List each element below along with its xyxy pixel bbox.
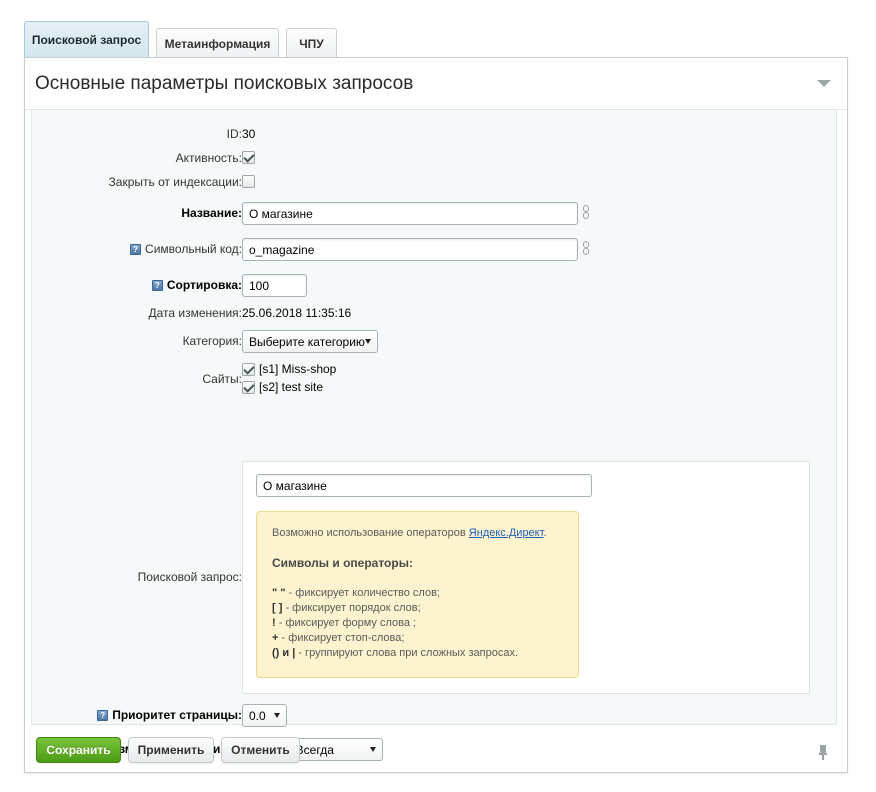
priority-select[interactable]: 0.0 (242, 704, 287, 727)
hint-ops-list: " " - фиксирует количество слов; [ ] - ф… (272, 586, 563, 661)
site-label-s2: [s2] test site (259, 380, 324, 394)
category-label: Категория: (182, 334, 242, 348)
query-box: Возможно использование операторов Яндекс… (242, 461, 810, 694)
name-row: Название: (32, 202, 838, 225)
hint-intro-end: . (543, 527, 547, 539)
help-icon[interactable]: ? (130, 243, 142, 255)
priority-label: Приоритет страницы: (112, 708, 242, 722)
hint-intro-text: Возможно использование операторов (272, 527, 469, 539)
settings-panel: Основные параметры поисковых запросов ID… (24, 57, 848, 773)
id-value: 30 (242, 127, 256, 141)
operators-hint: Возможно использование операторов Яндекс… (256, 511, 579, 678)
tab-seo-url[interactable]: ЧПУ (286, 28, 337, 58)
site-checkbox-s2[interactable] (242, 381, 255, 394)
cancel-button[interactable]: Отменить (221, 737, 300, 763)
id-row: ID: 30 (32, 127, 838, 143)
site-checkbox-s1[interactable] (242, 363, 255, 376)
code-label-wrap: ? Символьный код: (130, 242, 242, 256)
modified-value: 25.06.2018 11:35:16 (242, 306, 352, 320)
apply-button[interactable]: Применить (128, 737, 214, 763)
pin-icon[interactable] (819, 745, 827, 760)
hint-op-desc: - фиксирует порядок слов; (282, 602, 421, 614)
hint-op-row: + - фиксирует стоп-слова; (272, 631, 563, 646)
priority-selected: 0.0 (249, 708, 266, 723)
link-icon[interactable] (582, 205, 590, 221)
active-row: Активность: (32, 151, 838, 167)
dropdown-arrow-icon (370, 747, 376, 752)
help-icon[interactable]: ? (97, 709, 109, 721)
sites-label: Сайты: (202, 372, 242, 386)
query-input[interactable] (256, 474, 592, 497)
hint-op-row: [ ] - фиксирует порядок слов; (272, 601, 563, 616)
dropdown-arrow-icon (274, 713, 280, 718)
sort-label-wrap: ? Сортировка: (151, 278, 242, 292)
priority-row: ? Приоритет страницы: 0.0 (32, 704, 838, 727)
panel-title: Основные параметры поисковых запросов (35, 73, 414, 94)
hint-op-row: ! - фиксирует форму слова ; (272, 616, 563, 631)
hint-intro: Возможно использование операторов Яндекс… (272, 526, 563, 541)
query-label: Поисковой запрос: (137, 570, 242, 584)
hint-op-row: () и | - группируют слова при сложных за… (272, 646, 563, 661)
modified-label: Дата изменения: (148, 306, 243, 320)
code-input[interactable] (242, 238, 578, 261)
hint-op-desc: - группируют слова при сложных запросах. (295, 647, 519, 659)
hint-op: [ ] (272, 602, 283, 614)
priority-label-wrap: ? Приоритет страницы: (97, 708, 242, 722)
chevron-down-icon[interactable] (817, 80, 831, 87)
link-icon[interactable] (582, 241, 590, 257)
sort-input[interactable] (242, 274, 307, 297)
noindex-label: Закрыть от индексации: (108, 175, 242, 189)
modified-row: Дата изменения: 25.06.2018 11:35:16 (32, 306, 838, 322)
id-label: ID: (226, 127, 242, 141)
hint-op: () и | (272, 647, 296, 659)
category-row: Категория: Выберите категорию (32, 330, 838, 353)
noindex-row: Закрыть от индексации: (32, 175, 838, 191)
active-checkbox[interactable] (242, 151, 255, 164)
active-label: Активность: (175, 151, 242, 165)
sites-row: Сайты: [s1] Miss-shop [s2] test site (32, 362, 838, 398)
site-label-s1: [s1] Miss-shop (259, 362, 337, 376)
sort-row: ? Сортировка: (32, 274, 838, 297)
sort-label: Сортировка: (166, 278, 242, 292)
hint-op-desc: - фиксирует форму слова ; (275, 617, 417, 629)
hint-heading: Символы и операторы: (272, 556, 413, 570)
noindex-checkbox[interactable] (242, 175, 255, 188)
code-label: Символьный код: (145, 242, 242, 256)
code-row: ? Символьный код: (32, 238, 838, 261)
form-area: ID: 30 Активность: Закрыть от индексации… (31, 109, 838, 761)
name-label: Название: (181, 206, 242, 220)
dropdown-arrow-icon (365, 339, 371, 344)
hint-op: " " (272, 587, 286, 599)
tab-metainfo[interactable]: Метаинформация (156, 28, 279, 58)
category-select[interactable]: Выберите категорию (242, 330, 378, 353)
hint-op-desc: - фиксирует стоп-слова; (278, 632, 405, 644)
tab-search-query[interactable]: Поисковой запрос (24, 21, 149, 58)
hint-op-row: " " - фиксирует количество слов; (272, 586, 563, 601)
yandex-direct-link[interactable]: Яндекс.Директ (469, 527, 544, 539)
save-button[interactable]: Сохранить (36, 737, 121, 763)
category-selected: Выберите категорию (249, 334, 365, 349)
help-icon[interactable]: ? (151, 279, 163, 291)
name-input[interactable] (242, 202, 578, 225)
hint-op-desc: - фиксирует количество слов; (285, 587, 440, 599)
